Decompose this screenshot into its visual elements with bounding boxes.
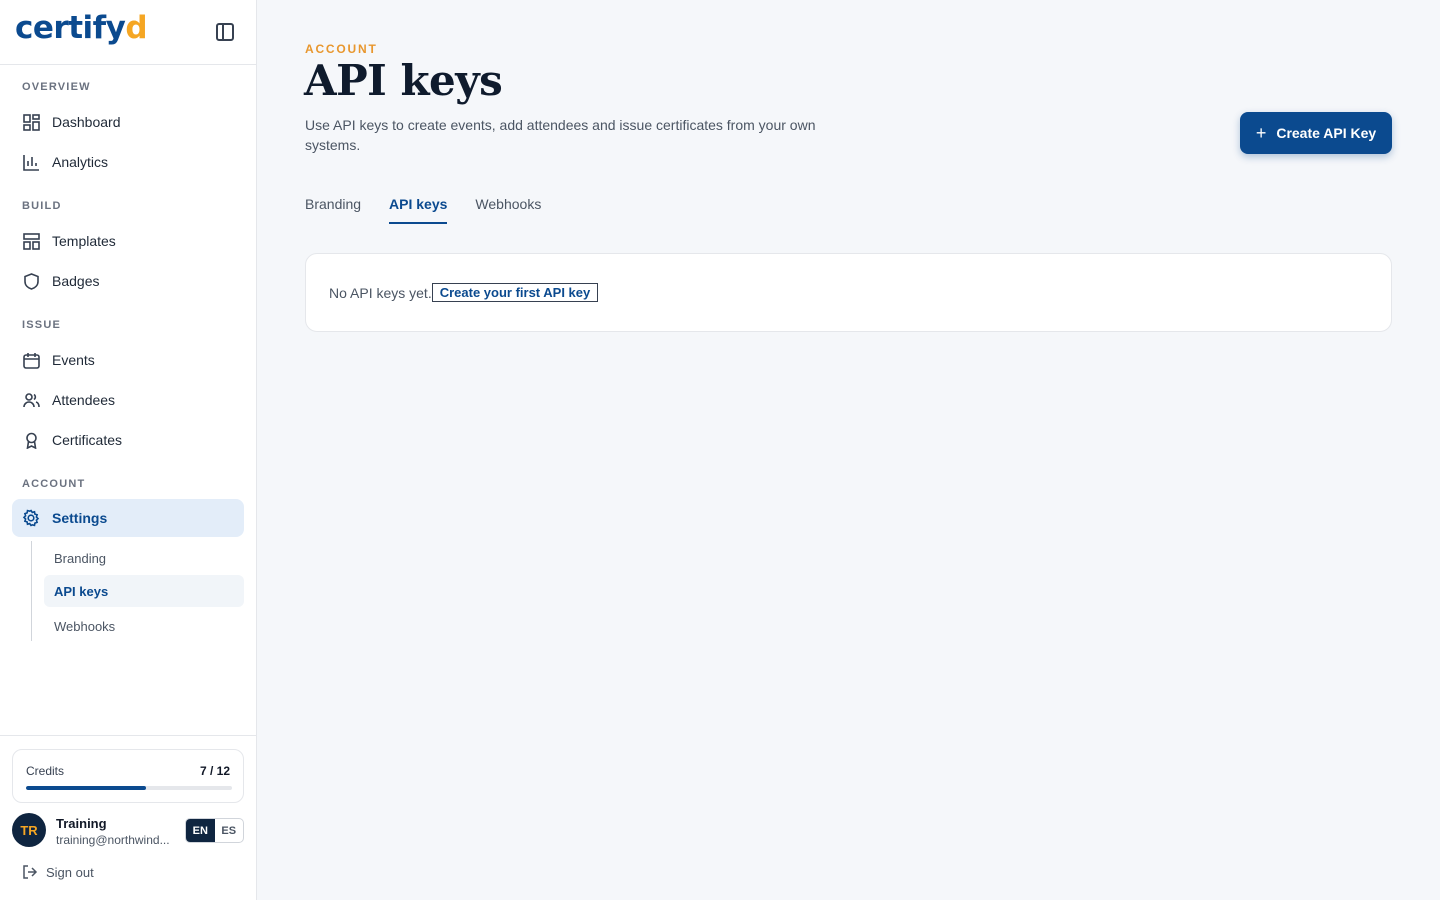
sidebar-item-templates[interactable]: Templates: [12, 222, 244, 260]
sidebar-item-events[interactable]: Events: [12, 341, 244, 379]
brand-header: certifyd: [0, 0, 256, 65]
api-keys-empty-state: No API keys yet. Create your first API k…: [305, 253, 1392, 332]
page-eyebrow: ACCOUNT: [305, 42, 378, 56]
settings-tabs: Branding API keys Webhooks: [305, 196, 569, 224]
page-title: API keys: [304, 56, 503, 105]
avatar[interactable]: TR: [12, 813, 46, 847]
page-description: Use API keys to create events, add atten…: [305, 117, 816, 153]
section-label-account: ACCOUNT: [22, 478, 86, 490]
user-email: training@northwind...: [56, 833, 170, 847]
sidebar-item-label: Analytics: [52, 154, 109, 170]
sidebar-item-certificates[interactable]: Certificates: [12, 421, 244, 459]
log-out-icon: [22, 864, 38, 880]
sidebar-item-badges[interactable]: Badges: [12, 262, 244, 300]
sidebar-item-label: Dashboard: [52, 114, 121, 130]
lang-en-button[interactable]: EN: [186, 819, 215, 842]
credits-card: Credits 7 / 12: [12, 749, 244, 803]
gear-icon: [22, 509, 40, 527]
sidebar: certifyd OVERVIEW Dashboard Analytics BU…: [0, 0, 257, 900]
subnav-item-webhooks[interactable]: Webhooks: [44, 610, 244, 642]
subnav-item-api-keys[interactable]: API keys: [44, 575, 244, 607]
sidebar-item-analytics[interactable]: Analytics: [12, 143, 244, 181]
sidebar-item-label: Badges: [52, 273, 100, 289]
bar-chart-icon: [22, 153, 40, 171]
section-label-overview: OVERVIEW: [22, 81, 91, 93]
settings-subnav-line: [31, 541, 32, 641]
sidebar-item-label: Events: [52, 352, 95, 368]
sign-out-button[interactable]: Sign out: [22, 864, 94, 880]
tab-webhooks[interactable]: Webhooks: [475, 196, 541, 224]
credits-value: 7 / 12: [199, 764, 230, 778]
sign-out-label: Sign out: [46, 864, 94, 880]
lang-es-button[interactable]: ES: [215, 819, 244, 842]
credits-label: Credits: [26, 764, 65, 778]
create-api-key-label: Create API Key: [1276, 125, 1377, 141]
language-toggle: EN ES: [185, 818, 244, 843]
sidebar-item-label: Attendees: [52, 392, 116, 408]
plus-icon: +: [1255, 122, 1267, 143]
shield-icon: [22, 272, 40, 290]
create-api-key-button[interactable]: + Create API Key: [1240, 112, 1392, 154]
calendar-icon: [22, 351, 40, 369]
sidebar-collapse-icon[interactable]: [216, 23, 234, 41]
sidebar-item-settings[interactable]: Settings: [12, 499, 244, 537]
users-icon: [22, 391, 40, 409]
subnav-item-branding[interactable]: Branding: [44, 542, 244, 574]
sidebar-item-label: Settings: [52, 510, 108, 526]
sidebar-item-label: Certificates: [52, 432, 123, 448]
section-label-issue: ISSUE: [22, 319, 62, 331]
sidebar-item-dashboard[interactable]: Dashboard: [12, 103, 244, 141]
dashboard-icon: [22, 113, 40, 131]
user-name: Training: [56, 816, 107, 831]
section-label-build: BUILD: [22, 200, 62, 212]
layout-icon: [22, 232, 40, 250]
empty-state-text: No API keys yet.: [329, 284, 432, 301]
sidebar-item-label: Templates: [52, 233, 116, 249]
create-first-api-key-link[interactable]: Create your first API key: [431, 283, 599, 302]
credits-progress-bar: [26, 786, 232, 790]
tab-api-keys[interactable]: API keys: [389, 196, 448, 224]
award-icon: [22, 431, 40, 449]
certifyd-logo[interactable]: certifyd: [15, 10, 148, 46]
credits-progress-fill: [26, 786, 147, 790]
sidebar-footer: Credits 7 / 12 TR Training training@nort…: [0, 735, 256, 900]
tab-branding[interactable]: Branding: [305, 196, 361, 224]
sidebar-item-attendees[interactable]: Attendees: [12, 381, 244, 419]
